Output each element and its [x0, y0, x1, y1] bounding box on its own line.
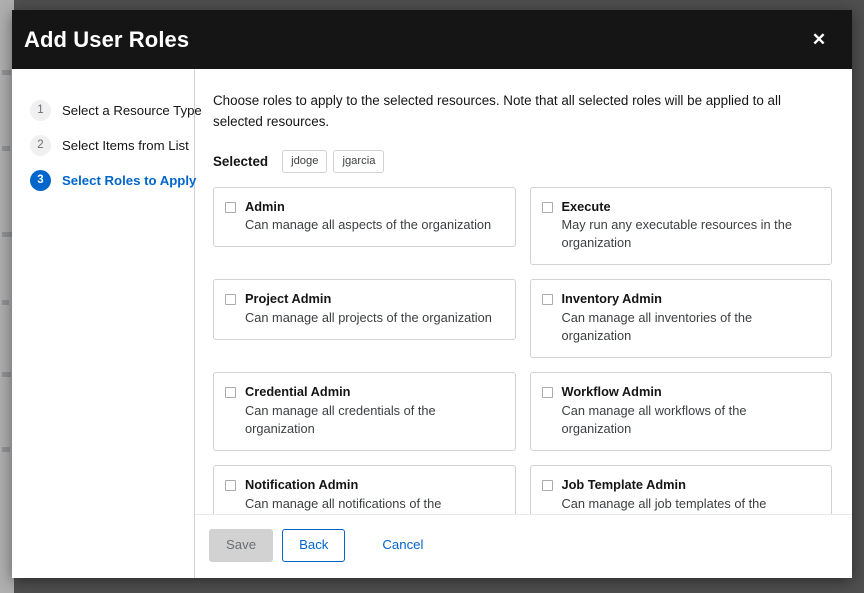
role-description: Can manage all workflows of the organiza…: [542, 402, 820, 438]
role-description: Can manage all notifications of the orga…: [225, 495, 503, 514]
role-name: Workflow Admin: [562, 384, 662, 401]
step-number-badge: 1: [30, 100, 51, 121]
role-card-header: Project Admin: [225, 291, 503, 308]
back-button[interactable]: Back: [282, 529, 345, 562]
role-checkbox[interactable]: [542, 480, 553, 491]
role-card[interactable]: AdminCan manage all aspects of the organ…: [213, 187, 516, 248]
role-checkbox[interactable]: [225, 294, 236, 305]
selected-chip[interactable]: jgarcia: [333, 150, 384, 173]
step-number-badge: 3: [30, 170, 51, 191]
role-description: Can manage all projects of the organizat…: [225, 309, 503, 327]
role-name: Credential Admin: [245, 384, 350, 401]
roles-scroll-area[interactable]: Choose roles to apply to the selected re…: [195, 69, 852, 514]
role-checkbox[interactable]: [225, 387, 236, 398]
role-card[interactable]: Credential AdminCan manage all credentia…: [213, 372, 516, 451]
role-checkbox[interactable]: [225, 480, 236, 491]
role-card[interactable]: Project AdminCan manage all projects of …: [213, 279, 516, 340]
role-description: Can manage all job templates of the orga…: [542, 495, 820, 514]
role-card[interactable]: Workflow AdminCan manage all workflows o…: [530, 372, 833, 451]
role-card-header: Inventory Admin: [542, 291, 820, 308]
role-checkbox[interactable]: [542, 387, 553, 398]
role-checkbox[interactable]: [542, 294, 553, 305]
role-name: Inventory Admin: [562, 291, 663, 308]
role-description: May run any executable resources in the …: [542, 216, 820, 252]
role-name: Execute: [562, 199, 611, 216]
selected-resources-row: Selected jdoge jgarcia: [213, 150, 832, 173]
role-checkbox[interactable]: [225, 202, 236, 213]
dialog-header: Add User Roles ✕: [12, 10, 852, 69]
role-card-grid: AdminCan manage all aspects of the organ…: [213, 187, 832, 515]
role-card-header: Execute: [542, 199, 820, 216]
wizard-step-3[interactable]: 3 Select Roles to Apply: [12, 163, 194, 198]
close-icon[interactable]: ✕: [804, 25, 834, 55]
role-checkbox[interactable]: [542, 202, 553, 213]
dialog-body: 1Select a Resource Type2Select Items fro…: [12, 69, 852, 578]
wizard-step-label: Select a Resource Type: [62, 103, 202, 118]
role-card[interactable]: Job Template AdminCan manage all job tem…: [530, 465, 833, 514]
dialog-footer: Save Back Cancel: [195, 514, 852, 578]
wizard-step-1[interactable]: 1Select a Resource Type: [12, 93, 194, 128]
role-card-header: Credential Admin: [225, 384, 503, 401]
step-number-badge: 2: [30, 135, 51, 156]
wizard-step-label: Select Items from List: [62, 138, 189, 153]
wizard-step-label: Select Roles to Apply: [62, 173, 196, 188]
role-name: Admin: [245, 199, 285, 216]
role-name: Project Admin: [245, 291, 331, 308]
role-description: Can manage all credentials of the organi…: [225, 402, 503, 438]
wizard-step-2[interactable]: 2 Select Items from List: [12, 128, 194, 163]
instructions-text: Choose roles to apply to the selected re…: [213, 91, 793, 133]
role-card-header: Workflow Admin: [542, 384, 820, 401]
selected-chip[interactable]: jdoge: [282, 150, 327, 173]
role-card[interactable]: Inventory AdminCan manage all inventorie…: [530, 279, 833, 358]
add-user-roles-dialog: Add User Roles ✕ 1Select a Resource Type…: [12, 10, 852, 578]
cancel-button[interactable]: Cancel: [366, 530, 439, 561]
role-name: Job Template Admin: [562, 477, 686, 494]
role-description: Can manage all inventories of the organi…: [542, 309, 820, 345]
role-card[interactable]: Notification AdminCan manage all notific…: [213, 465, 516, 514]
role-card-header: Job Template Admin: [542, 477, 820, 494]
role-card-header: Notification Admin: [225, 477, 503, 494]
page-title: Add User Roles: [24, 29, 189, 51]
selected-label: Selected: [213, 154, 268, 169]
wizard-steps-nav: 1Select a Resource Type 2 Select Items fro…: [12, 69, 195, 578]
main-panel: Choose roles to apply to the selected re…: [195, 69, 852, 578]
selected-chip-list: jdoge jgarcia: [282, 150, 384, 173]
role-description: Can manage all aspects of the organizati…: [225, 216, 503, 234]
role-name: Notification Admin: [245, 477, 358, 494]
save-button[interactable]: Save: [209, 529, 273, 562]
role-card-header: Admin: [225, 199, 503, 216]
role-card[interactable]: ExecuteMay run any executable resources …: [530, 187, 833, 266]
